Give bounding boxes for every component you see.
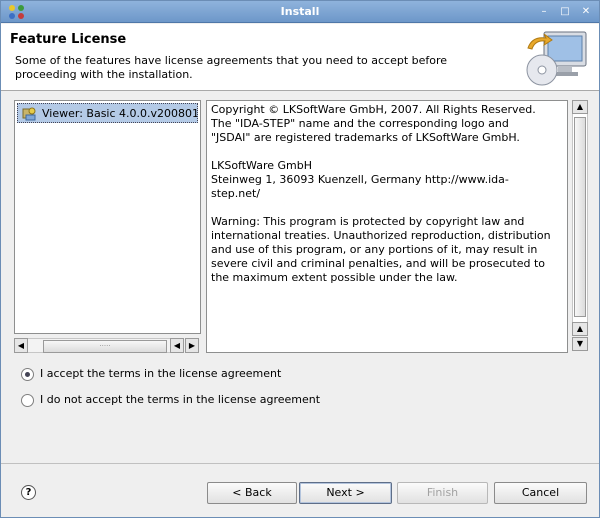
- accept-radio[interactable]: [21, 368, 34, 381]
- feature-list-item[interactable]: Viewer: Basic 4.0.0.v200801: [17, 103, 198, 123]
- scroll-left-button-2[interactable]: ◀: [170, 338, 184, 353]
- feature-list[interactable]: Viewer: Basic 4.0.0.v200801: [14, 100, 201, 334]
- footer-separator: [1, 463, 599, 464]
- vscroll-track[interactable]: [572, 114, 588, 322]
- license-text-area[interactable]: Copyright © LKSoftWare GmbH, 2007. All R…: [206, 100, 568, 353]
- license-vscrollbar[interactable]: ▲ ▲ ▼: [572, 100, 588, 353]
- title-bar[interactable]: Install – □ ✕: [1, 1, 599, 23]
- maximize-button[interactable]: □: [557, 4, 573, 19]
- scroll-up-button-2[interactable]: ▲: [572, 322, 588, 336]
- feature-list-hscrollbar[interactable]: ◀ ····· ◀ ▶: [14, 338, 201, 353]
- cancel-button[interactable]: Cancel: [494, 482, 587, 504]
- decline-label[interactable]: I do not accept the terms in the license…: [40, 393, 320, 406]
- page-title: Feature License: [10, 32, 127, 47]
- hscroll-track[interactable]: ·····: [28, 338, 170, 353]
- minimize-button[interactable]: –: [536, 4, 552, 19]
- hscroll-thumb[interactable]: ·····: [43, 340, 167, 353]
- scroll-up-button[interactable]: ▲: [572, 100, 588, 114]
- install-wizard-graphic-icon: [526, 31, 587, 86]
- wizard-header: Feature License Some of the features hav…: [1, 24, 599, 91]
- scroll-down-button[interactable]: ▼: [572, 337, 588, 351]
- scroll-right-button[interactable]: ▶: [185, 338, 199, 353]
- finish-button[interactable]: Finish: [397, 482, 488, 504]
- page-description: Some of the features have license agreem…: [15, 54, 448, 81]
- next-button[interactable]: Next >: [299, 482, 392, 504]
- back-button[interactable]: < Back: [207, 482, 297, 504]
- window-title: Install: [280, 5, 320, 18]
- license-text: Copyright © LKSoftWare GmbH, 2007. All R…: [211, 103, 551, 284]
- vscroll-thumb[interactable]: [574, 117, 586, 317]
- decline-radio[interactable]: [21, 394, 34, 407]
- install-dialog: Install – □ ✕ Feature License Some of th…: [0, 0, 600, 518]
- feature-label: Viewer: Basic 4.0.0.v200801: [42, 107, 198, 120]
- help-icon[interactable]: ?: [21, 485, 36, 500]
- accept-label[interactable]: I accept the terms in the license agreem…: [40, 367, 281, 380]
- scroll-left-button[interactable]: ◀: [14, 338, 28, 353]
- feature-icon: [22, 107, 36, 121]
- close-button[interactable]: ✕: [578, 4, 594, 19]
